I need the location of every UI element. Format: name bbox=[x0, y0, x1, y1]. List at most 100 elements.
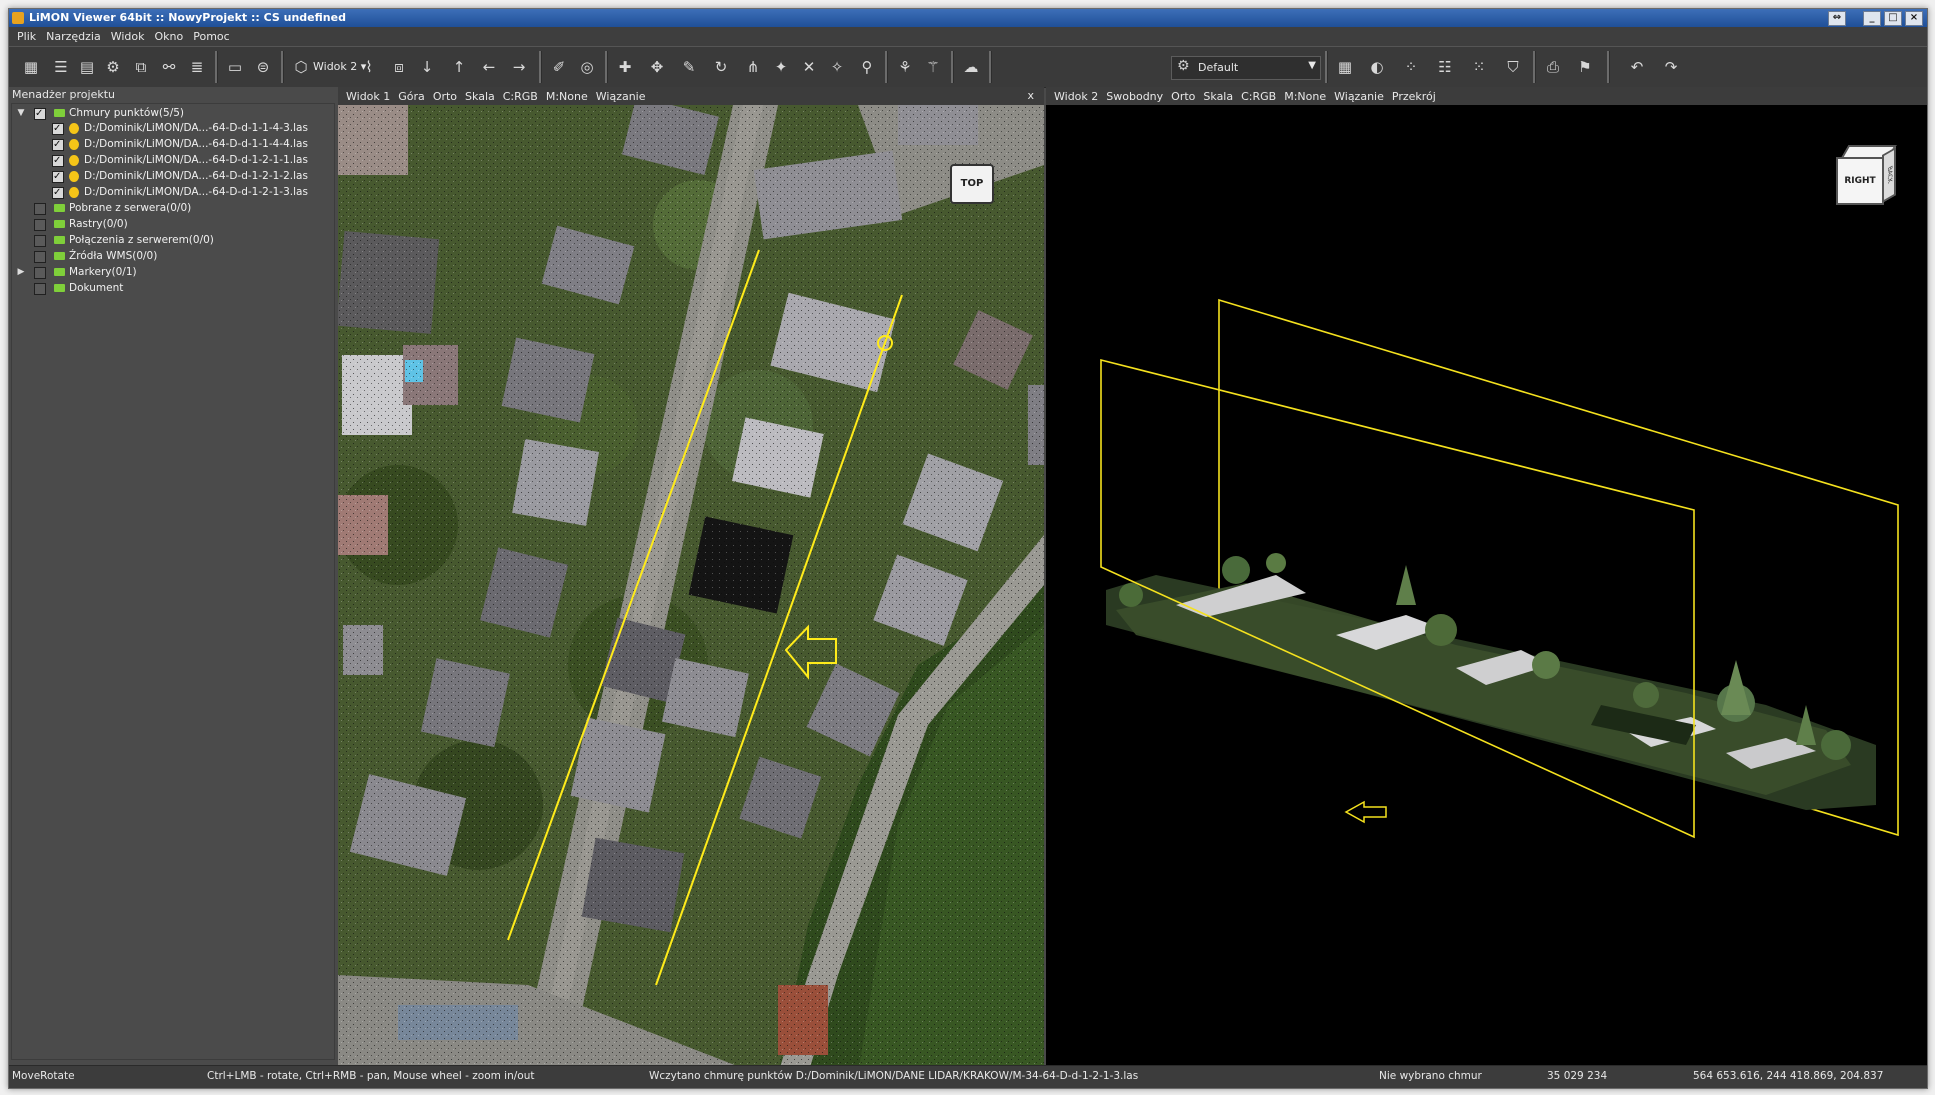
layers-icon[interactable]: ⧉ bbox=[129, 55, 153, 79]
view-2-tab-color[interactable]: C:RGB bbox=[1241, 90, 1276, 103]
view-1-tab-top[interactable]: Góra bbox=[398, 90, 425, 103]
view-2-canvas[interactable]: RIGHT BACK bbox=[1046, 105, 1927, 1074]
arrow-down-icon[interactable]: ↓ bbox=[415, 55, 439, 79]
tree-item-cloud[interactable]: D:/Dominik/LiMON/DA...-64-D-d-1-2-1-2.la… bbox=[12, 169, 332, 184]
view-cube-icon[interactable]: ⬡ bbox=[289, 55, 313, 79]
measure-icon[interactable]: ✐ bbox=[547, 55, 571, 79]
menu-okno[interactable]: Okno bbox=[150, 30, 189, 43]
tree-node-markers[interactable]: ▶ Markery(0/1) bbox=[12, 265, 332, 280]
tree-node-wms[interactable]: Źródła WMS(0/0) bbox=[12, 249, 332, 264]
tree-icon[interactable]: ☰ bbox=[49, 55, 73, 79]
dots-icon[interactable]: ⁘ bbox=[1399, 55, 1423, 79]
section-3d-view[interactable] bbox=[1046, 105, 1927, 1074]
point-add-icon[interactable]: ✚ bbox=[613, 55, 637, 79]
table-icon[interactable]: ▤ bbox=[75, 55, 99, 79]
top-view-badge[interactable]: TOP bbox=[950, 164, 994, 204]
cloud-select-icon[interactable]: ☁ bbox=[959, 55, 983, 79]
checkbox[interactable] bbox=[34, 106, 46, 121]
tree-item-cloud[interactable]: D:/Dominik/LiMON/DA...-64-D-d-1-1-4-4.la… bbox=[12, 137, 332, 152]
restore-layout-button[interactable]: ⇔ bbox=[1828, 11, 1846, 26]
grid-icon[interactable]: ▦ bbox=[1333, 55, 1357, 79]
checkbox[interactable] bbox=[34, 283, 46, 295]
menu-plik[interactable]: Plik bbox=[12, 30, 41, 43]
view-1-tab-name[interactable]: Widok 1 bbox=[346, 90, 390, 103]
cube-face-back[interactable]: BACK bbox=[1882, 146, 1896, 204]
view-1-tab-ortho[interactable]: Orto bbox=[433, 90, 457, 103]
export-icon[interactable]: ⎙ bbox=[1541, 55, 1565, 79]
view-1-tab-scale[interactable]: Skala bbox=[465, 90, 495, 103]
window-icon[interactable]: ▭ bbox=[223, 55, 247, 79]
view-2-tab-ortho[interactable]: Orto bbox=[1171, 90, 1195, 103]
tree-item-cloud[interactable]: D:/Dominik/LiMON/DA...-64-D-d-1-2-1-3.la… bbox=[12, 185, 332, 200]
pattern-icon[interactable]: ⁙ bbox=[1467, 55, 1491, 79]
point-remove-icon[interactable]: ✕ bbox=[797, 55, 821, 79]
minimize-button[interactable]: _ bbox=[1863, 11, 1881, 26]
tree-item-cloud[interactable]: D:/Dominik/LiMON/DA...-64-D-d-1-1-4-3.la… bbox=[12, 121, 332, 136]
chart-icon[interactable]: ⌇ bbox=[357, 55, 381, 79]
undo-icon[interactable]: ↶ bbox=[1625, 55, 1649, 79]
tree-node-clouds[interactable]: ▼ Chmury punktów(5/5) bbox=[12, 106, 332, 121]
lines-icon[interactable]: ☷ bbox=[1433, 55, 1457, 79]
view-1-canvas[interactable]: TOP bbox=[338, 105, 1044, 1074]
expand-icon[interactable]: ▶ bbox=[16, 265, 26, 280]
checkbox[interactable] bbox=[34, 251, 46, 263]
layout-icon[interactable]: ▦ bbox=[19, 55, 43, 79]
maximize-button[interactable]: □ bbox=[1884, 11, 1902, 26]
palette-icon[interactable]: ◐ bbox=[1365, 55, 1389, 79]
view-1-tab-color[interactable]: C:RGB bbox=[503, 90, 538, 103]
point-edit-icon[interactable]: ✎ bbox=[677, 55, 701, 79]
stack-icon[interactable]: ⊜ bbox=[251, 55, 275, 79]
point-tag-icon[interactable]: ✦ bbox=[769, 55, 793, 79]
arrow-up-icon[interactable]: ↑ bbox=[447, 55, 471, 79]
checkbox[interactable] bbox=[52, 185, 64, 200]
collapse-icon[interactable]: ▼ bbox=[16, 106, 26, 121]
classify-icon[interactable]: ⚘ bbox=[893, 55, 917, 79]
tree-node-server[interactable]: Pobrane z serwera(0/0) bbox=[12, 201, 332, 216]
menu-narzedzia[interactable]: Narzędzia bbox=[41, 30, 106, 43]
arrow-right-icon[interactable]: → bbox=[507, 55, 531, 79]
checkbox[interactable] bbox=[34, 203, 46, 215]
arrow-left-icon[interactable]: ← bbox=[477, 55, 501, 79]
shield-icon[interactable]: ⛉ bbox=[1501, 55, 1525, 79]
point-tool-icon[interactable]: ✧ bbox=[825, 55, 849, 79]
checkbox[interactable] bbox=[34, 235, 46, 247]
menu-widok[interactable]: Widok bbox=[106, 30, 150, 43]
tree-node-rasters[interactable]: Rastry(0/0) bbox=[12, 217, 332, 232]
view-2-tab-name[interactable]: Widok 2 bbox=[1054, 90, 1098, 103]
list-icon[interactable]: ≣ bbox=[185, 55, 209, 79]
link-icon[interactable]: ⚯ bbox=[157, 55, 181, 79]
view-2-tab-section[interactable]: Przekrój bbox=[1392, 90, 1436, 103]
cube-face-right[interactable]: RIGHT bbox=[1836, 157, 1884, 205]
tree-node-document[interactable]: Dokument bbox=[12, 281, 332, 296]
view-1-close-icon[interactable]: x bbox=[1027, 89, 1034, 102]
point-split-icon[interactable]: ⋔ bbox=[741, 55, 765, 79]
view-2-tab-mode[interactable]: M:None bbox=[1284, 90, 1326, 103]
view-1-tab-mode[interactable]: M:None bbox=[546, 90, 588, 103]
settings-icon[interactable]: ⚙ bbox=[101, 55, 125, 79]
profile-select[interactable]: ⚙ Default ▼ bbox=[1171, 56, 1321, 80]
frame-icon[interactable]: ⧈ bbox=[387, 55, 411, 79]
top-view-point-cloud[interactable] bbox=[338, 105, 1044, 1074]
point-filter-icon[interactable]: ⚲ bbox=[855, 55, 879, 79]
tree-item-cloud[interactable]: D:/Dominik/LiMON/DA...-64-D-d-1-2-1-1.la… bbox=[12, 153, 332, 168]
navigation-cube[interactable]: RIGHT BACK bbox=[1836, 145, 1897, 205]
checkbox[interactable] bbox=[52, 121, 64, 136]
view-1-tab-binding[interactable]: Wiązanie bbox=[596, 90, 646, 103]
close-button[interactable]: × bbox=[1905, 11, 1923, 26]
tree-node-connections[interactable]: Połączenia z serwerem(0/0) bbox=[12, 233, 332, 248]
view-2-tab-free[interactable]: Swobodny bbox=[1106, 90, 1163, 103]
checkbox[interactable] bbox=[52, 137, 64, 152]
checkbox[interactable] bbox=[34, 267, 46, 279]
classify-x-icon[interactable]: ⚚ bbox=[921, 55, 945, 79]
checkbox[interactable] bbox=[34, 219, 46, 231]
redo-icon[interactable]: ↷ bbox=[1659, 55, 1683, 79]
view-2-tab-scale[interactable]: Skala bbox=[1203, 90, 1233, 103]
point-rotate-icon[interactable]: ↻ bbox=[709, 55, 733, 79]
menu-pomoc[interactable]: Pomoc bbox=[188, 30, 234, 43]
bookmark-icon[interactable]: ⚑ bbox=[1573, 55, 1597, 79]
target-icon[interactable]: ◎ bbox=[575, 55, 599, 79]
view-2-tab-binding[interactable]: Wiązanie bbox=[1334, 90, 1384, 103]
checkbox[interactable] bbox=[52, 169, 64, 184]
point-move-icon[interactable]: ✥ bbox=[645, 55, 669, 79]
checkbox[interactable] bbox=[52, 153, 64, 168]
